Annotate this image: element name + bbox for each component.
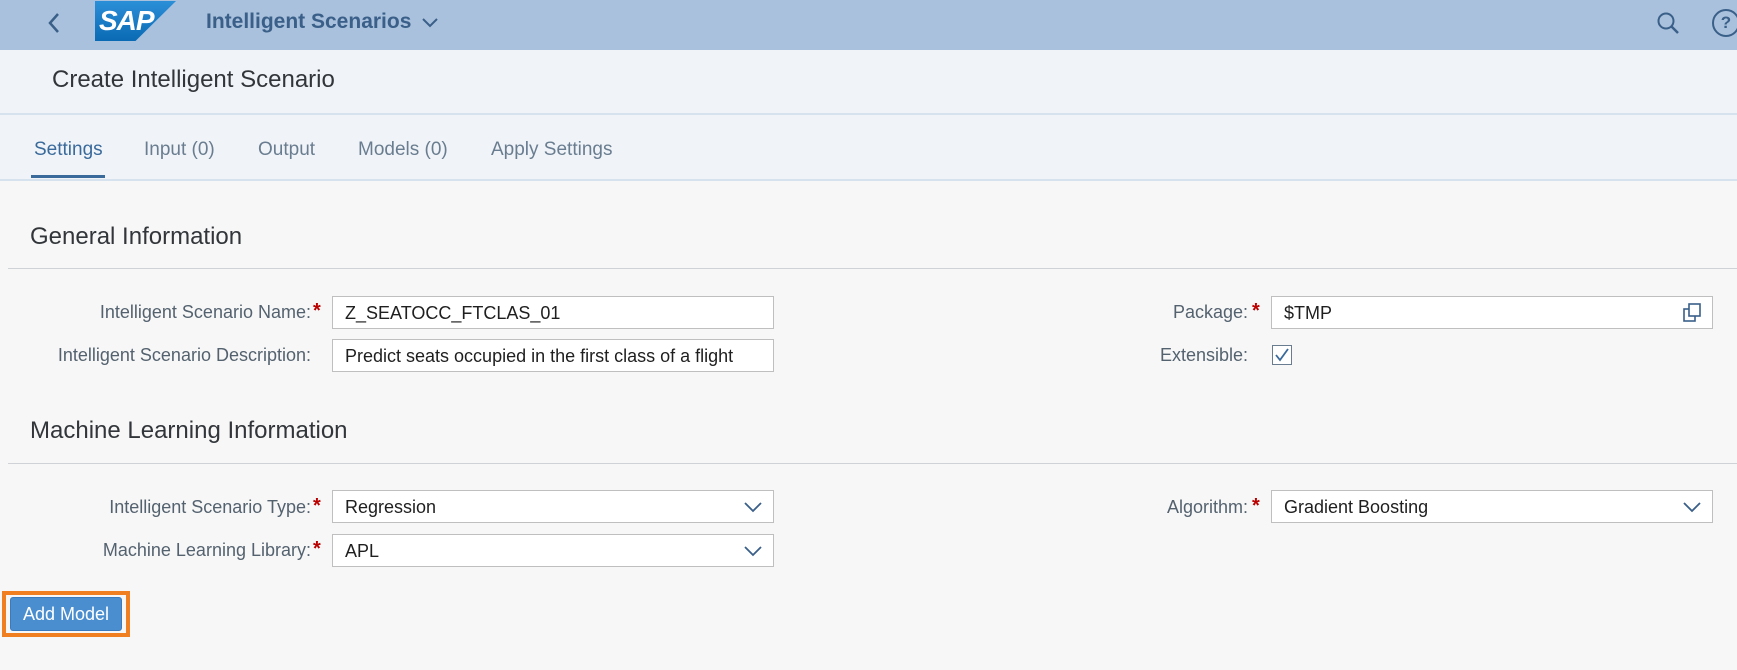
required-marker: * [1252, 495, 1260, 517]
tab-output[interactable]: Output [258, 139, 315, 161]
extensible-label: Extensible: [1159, 345, 1248, 365]
app-title-menu[interactable]: Intelligent Scenarios [206, 10, 439, 34]
dropdown-button[interactable] [741, 495, 765, 519]
required-marker: * [313, 300, 321, 322]
active-tab-indicator [31, 175, 105, 178]
ml-information-title: Machine Learning Information [30, 417, 348, 444]
tab-bar: Settings Input (0) Output Models (0) App… [0, 115, 1737, 181]
tab-settings[interactable]: Settings [34, 139, 103, 161]
ml-library-label: Machine Learning Library: [102, 540, 311, 560]
scenario-description-label: Intelligent Scenario Description: [57, 345, 311, 365]
help-icon: ? [1720, 13, 1732, 32]
scenario-type-value: Regression [345, 497, 437, 517]
package-input[interactable]: $TMP [1271, 296, 1713, 329]
algorithm-value: Gradient Boosting [1284, 497, 1429, 517]
package-value: $TMP [1284, 303, 1333, 323]
copy-icon [1683, 303, 1701, 322]
help-button[interactable]: ? [1712, 9, 1737, 37]
scenario-type-label: Intelligent Scenario Type: [109, 497, 311, 517]
scenario-type-select[interactable]: Regression [332, 490, 774, 523]
ml-library-select[interactable]: APL [332, 534, 774, 567]
required-marker: * [1252, 300, 1260, 322]
add-model-button[interactable]: Add Model [10, 597, 122, 631]
chevron-down-icon [744, 546, 762, 557]
search-button[interactable] [1654, 9, 1682, 37]
chevron-down-icon [422, 18, 439, 28]
checkmark-icon [1275, 348, 1289, 362]
add-model-highlight: Add Model [2, 591, 130, 637]
general-information-title: General Information [30, 223, 243, 250]
tab-models[interactable]: Models (0) [358, 139, 448, 161]
back-button[interactable] [40, 8, 70, 38]
value-help-button[interactable] [1680, 301, 1704, 325]
ml-library-value: APL [345, 541, 380, 561]
dropdown-button[interactable] [1680, 495, 1704, 519]
shell-bar: SAP Intelligent Scenarios ? [0, 0, 1737, 50]
required-marker: * [313, 495, 321, 517]
search-icon [1657, 12, 1679, 34]
section-divider [8, 268, 1737, 269]
chevron-left-icon [48, 13, 59, 33]
section-divider [8, 463, 1737, 464]
page-title: Create Intelligent Scenario [52, 66, 335, 93]
package-label: Package: [1172, 302, 1248, 322]
tab-input[interactable]: Input (0) [144, 139, 215, 161]
page-header: Create Intelligent Scenario [0, 50, 1737, 115]
tab-apply-settings[interactable]: Apply Settings [491, 139, 612, 161]
chevron-down-icon [744, 502, 762, 513]
algorithm-label: Algorithm: [1166, 497, 1248, 517]
scenario-name-label: Intelligent Scenario Name: [99, 302, 311, 322]
sap-logo[interactable]: SAP [95, 1, 176, 41]
algorithm-select[interactable]: Gradient Boosting [1271, 490, 1713, 523]
scenario-name-input[interactable]: Z_SEATOCC_FTCLAS_01 [332, 296, 774, 329]
sap-logo-text: SAP [99, 5, 155, 36]
required-marker: * [313, 538, 321, 560]
extensible-checkbox[interactable] [1272, 345, 1292, 365]
app-title-text: Intelligent Scenarios [206, 10, 412, 33]
chevron-down-icon [1683, 502, 1701, 513]
dropdown-button[interactable] [741, 539, 765, 563]
scenario-description-input[interactable]: Predict seats occupied in the first clas… [332, 339, 774, 372]
